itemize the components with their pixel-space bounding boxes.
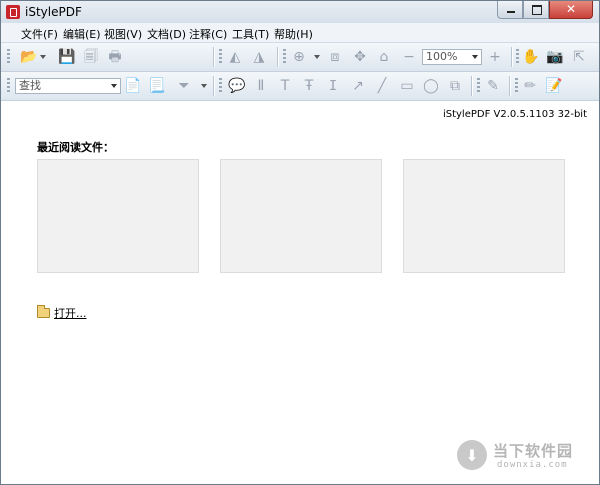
stamp-icon[interactable]: ⧉: [447, 78, 463, 94]
toolbar-grip[interactable]: [516, 49, 519, 65]
start-page: iStylePDF V2.0.5.1103 32-bit 最近阅读文件： 打开.…: [1, 101, 599, 484]
download-icon: ⬇: [457, 440, 487, 470]
filter-icon[interactable]: ⏷: [176, 78, 192, 94]
folder-icon: [37, 305, 50, 318]
toolbar-separator: [277, 47, 278, 67]
toolbar-grip[interactable]: [7, 78, 10, 94]
rotate-left-icon[interactable]: ◭: [227, 49, 243, 65]
toolbar-grip[interactable]: [219, 78, 222, 94]
window-controls: ✕: [497, 1, 593, 19]
toolbar-grip[interactable]: [219, 49, 222, 65]
toolbar-grip[interactable]: [477, 78, 480, 94]
actual-size-icon[interactable]: ⌂: [376, 49, 392, 65]
search-input[interactable]: 查找: [19, 79, 41, 92]
toolbar-separator: [213, 76, 214, 96]
toolbar-grip[interactable]: [283, 49, 286, 65]
filter-dropdown-icon[interactable]: [201, 84, 207, 88]
open-file-row[interactable]: 打开...: [37, 305, 87, 321]
menu-file[interactable]: 文件(F): [21, 26, 58, 42]
zoom-dropdown-icon[interactable]: [314, 55, 320, 59]
rotate-right-icon[interactable]: ◮: [251, 49, 267, 65]
arrow-tool-icon[interactable]: ↗: [350, 78, 366, 94]
watermark: ⬇ 当下软件园 downxia.com: [457, 438, 587, 474]
version-label: iStylePDF V2.0.5.1103 32-bit: [442, 109, 587, 120]
chevron-down-icon[interactable]: [111, 84, 117, 88]
save-all-icon[interactable]: 🗐: [83, 49, 99, 65]
toolbar-separator: [213, 47, 214, 67]
page-properties-icon[interactable]: 📄: [124, 78, 141, 94]
maximize-icon: [532, 5, 542, 15]
zoom-level-value: 100%: [426, 50, 458, 63]
open-folder-icon[interactable]: 📂: [20, 49, 37, 65]
note-icon[interactable]: 💬: [228, 78, 245, 94]
minimize-icon: [507, 11, 515, 13]
fit-page-icon[interactable]: ⧈: [327, 49, 343, 65]
fit-width-icon[interactable]: ✥: [352, 49, 368, 65]
zoom-level-combo[interactable]: 100%: [422, 49, 482, 65]
main-toolbar: 📂 💾 🗐 🖶 ◭ ◮ ⊕ ⧈ ✥ ⌂ − 100% + ✋ 📷 ⇱: [1, 43, 599, 72]
toolbar-grip[interactable]: [7, 49, 10, 65]
menu-view[interactable]: 视图(V): [104, 26, 142, 42]
menu-document[interactable]: 文档(D): [147, 26, 186, 42]
zoom-plus-icon[interactable]: +: [487, 49, 503, 65]
annotation-toolbar: 查找 📄 📃 ⏷ 💬 Ⅱ T Ŧ ⵊ ↗ ╱ ▭ ◯ ⧉ ✎ ✏ 📝: [1, 72, 599, 101]
hand-tool-icon[interactable]: ✋: [522, 49, 539, 65]
insert-text-icon[interactable]: ⵊ: [325, 78, 341, 94]
text-icon[interactable]: T: [277, 78, 293, 94]
search-combo[interactable]: 查找: [15, 78, 121, 94]
close-icon: ✕: [565, 2, 577, 16]
title-bar[interactable]: iStylePDF ✕: [1, 1, 599, 23]
rectangle-tool-icon[interactable]: ▭: [399, 78, 415, 94]
maximize-button[interactable]: [523, 1, 549, 19]
save-icon[interactable]: 💾: [58, 49, 75, 65]
toolbar-grip[interactable]: [515, 78, 518, 94]
minimize-button[interactable]: [497, 1, 523, 19]
toolbar-separator: [471, 76, 472, 96]
window-title: iStylePDF: [25, 5, 82, 19]
recent-file-thumbnail[interactable]: [37, 159, 199, 273]
menu-edit[interactable]: 编辑(E): [63, 26, 101, 42]
zoom-in-icon[interactable]: ⊕: [291, 49, 307, 65]
document-properties-icon[interactable]: 📃: [148, 78, 165, 94]
menu-comment[interactable]: 注释(C): [189, 26, 227, 42]
strikeout-icon[interactable]: Ŧ: [301, 78, 317, 94]
pencil-tool-icon[interactable]: ✏: [522, 78, 538, 94]
recent-file-thumbnail[interactable]: [220, 159, 382, 273]
app-window: iStylePDF ✕ 文件(F) 编辑(E) 视图(V) 文档(D) 注释(C…: [0, 0, 600, 485]
menu-bar: 文件(F) 编辑(E) 视图(V) 文档(D) 注释(C) 工具(T) 帮助(H…: [1, 23, 599, 43]
typewriter-icon[interactable]: Ⅱ: [253, 78, 269, 94]
recent-file-thumbnail[interactable]: [403, 159, 565, 273]
open-file-link[interactable]: 打开...: [54, 305, 87, 321]
open-dropdown-icon[interactable]: [40, 55, 46, 59]
print-icon[interactable]: 🖶: [107, 49, 123, 65]
watermark-brand: 当下软件园: [493, 442, 574, 460]
pen-tool-icon[interactable]: ✎: [485, 78, 501, 94]
close-button[interactable]: ✕: [549, 1, 593, 19]
snapshot-icon[interactable]: 📷: [546, 49, 563, 65]
app-logo-icon: [6, 5, 20, 19]
sign-document-icon[interactable]: 📝: [545, 78, 562, 94]
ellipse-tool-icon[interactable]: ◯: [423, 78, 439, 94]
chevron-down-icon[interactable]: [472, 55, 478, 59]
menu-tools[interactable]: 工具(T): [232, 26, 269, 42]
select-tool-icon[interactable]: ⇱: [571, 49, 587, 65]
zoom-out-icon[interactable]: −: [401, 49, 417, 65]
menu-help[interactable]: 帮助(H): [274, 26, 313, 42]
watermark-url: downxia.com: [497, 460, 568, 470]
toolbar-separator: [511, 47, 512, 67]
recent-files-title: 最近阅读文件：: [37, 141, 114, 154]
line-tool-icon[interactable]: ╱: [374, 78, 390, 94]
toolbar-separator: [509, 76, 510, 96]
